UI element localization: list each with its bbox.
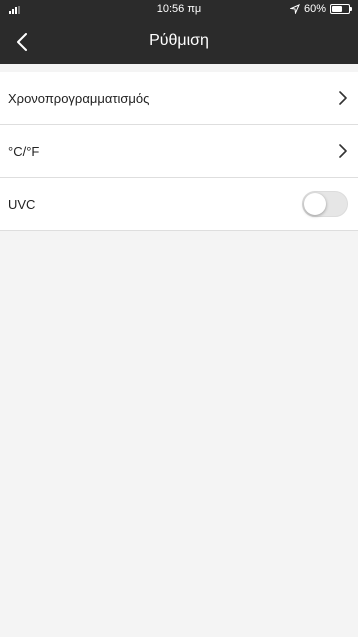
battery-icon — [330, 4, 352, 14]
settings-item-label: Χρονοπρογραμματισμός — [8, 90, 150, 106]
settings-item-temperature-unit[interactable]: °C/°F — [0, 125, 358, 178]
status-right: 60% — [289, 3, 352, 15]
page-title: Ρύθμιση — [149, 32, 209, 49]
chevron-right-icon — [339, 144, 347, 158]
location-arrow-icon — [289, 4, 300, 14]
settings-item-label: UVC — [8, 196, 36, 212]
settings-item-label: °C/°F — [8, 143, 40, 159]
settings-list: Χρονοπρογραμματισμός °C/°F UVC — [0, 72, 358, 231]
toggle-knob — [304, 193, 326, 215]
battery-level-fill — [332, 6, 342, 12]
uvc-toggle[interactable] — [302, 191, 348, 217]
chevron-right-icon — [339, 91, 347, 105]
navigation-bar: Ρύθμιση — [0, 20, 358, 64]
settings-item-uvc: UVC — [0, 178, 358, 231]
status-bar: 10:56 πμ 60% — [0, 0, 358, 20]
battery-percent: 60% — [303, 3, 326, 15]
settings-item-schedule[interactable]: Χρονοπρογραμματισμός — [0, 72, 358, 125]
